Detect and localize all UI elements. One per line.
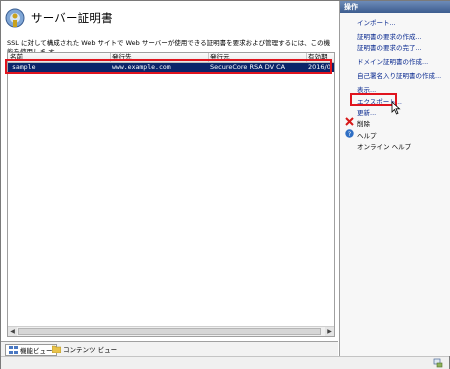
feature-view-icon (9, 346, 18, 354)
status-bar (1, 356, 449, 369)
page-title: サーバー証明書 (31, 11, 113, 25)
iis-window: サーバー証明書 SSL に対して構成された Web サイトで Web サーバーが… (0, 0, 450, 369)
action-renew[interactable]: 更新... (357, 107, 376, 117)
actions-pane: 操作 インポート... 証明書の要求の作成... 証明書の要求の完了... ドメ… (339, 1, 450, 356)
view-tabs: 機能ビュー コンテンツ ビュー (1, 341, 338, 356)
scroll-right-icon[interactable]: ▶ (325, 327, 334, 336)
action-create-self-signed[interactable]: 自己署名入り証明書の作成... (357, 70, 441, 80)
action-complete-request[interactable]: 証明書の要求の完了... (357, 42, 422, 52)
scroll-left-icon[interactable]: ◀ (8, 327, 17, 336)
tab-label: コンテンツ ビュー (63, 346, 118, 354)
horizontal-scrollbar[interactable]: ◀ ▶ (8, 326, 334, 336)
main-pane: サーバー証明書 SSL に対して構成された Web サイトで Web サーバーが… (1, 1, 338, 368)
action-delete[interactable]: 削除 (357, 118, 370, 128)
highlight-export-annotation (350, 93, 397, 106)
svg-text:?: ? (348, 130, 351, 138)
action-help[interactable]: ヘルプ (357, 130, 377, 140)
highlight-row-annotation (5, 59, 332, 74)
server-certificates-icon (5, 8, 25, 28)
actions-header: 操作 (340, 1, 450, 13)
help-icon: ? (345, 129, 354, 138)
scrollbar-thumb[interactable] (18, 328, 321, 335)
content-view-icon (52, 345, 61, 353)
network-status-icon (433, 358, 443, 368)
delete-icon (345, 117, 354, 126)
feature-header: サーバー証明書 (5, 7, 113, 29)
tab-content-view[interactable]: コンテンツ ビュー (49, 344, 120, 354)
action-create-domain-cert[interactable]: ドメイン証明書の作成... (357, 56, 428, 66)
certificate-list: 名前 発行先 発行元 有効期 sample www.example.com Se… (7, 52, 335, 337)
action-create-request[interactable]: 証明書の要求の作成... (357, 31, 422, 41)
action-online-help[interactable]: オンライン ヘルプ (357, 141, 411, 151)
mouse-cursor-icon (391, 101, 401, 115)
action-import[interactable]: インポート... (357, 17, 396, 27)
tab-label: 機能ビュー (20, 347, 53, 355)
